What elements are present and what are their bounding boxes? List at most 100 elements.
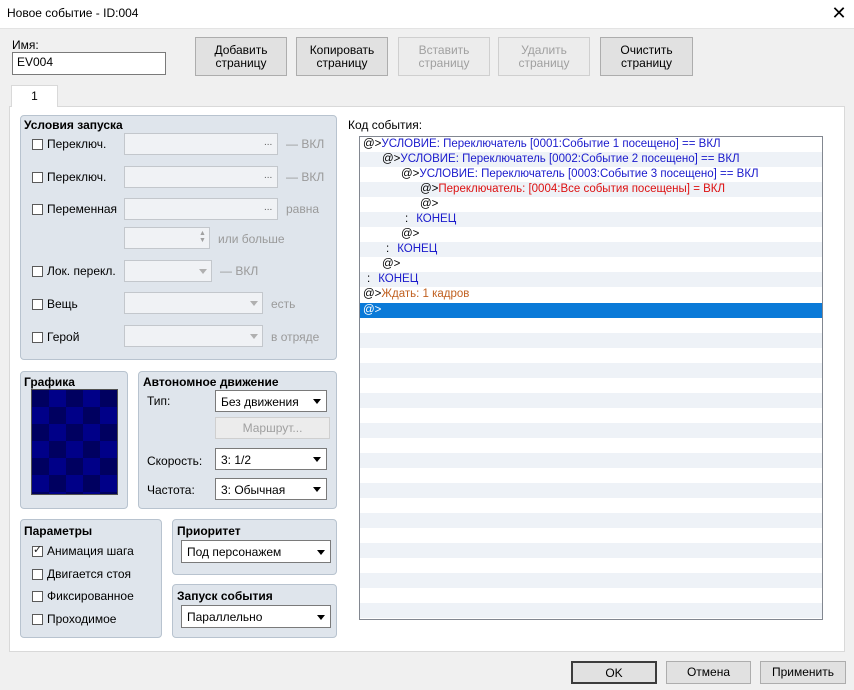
code-line[interactable]: : КОНЕЦ — [360, 212, 822, 227]
empty-row — [360, 588, 822, 603]
paste-page-button[interactable]: Вставить страницу — [398, 37, 490, 76]
move-type-select[interactable]: Без движения — [215, 390, 327, 412]
empty-row — [360, 603, 822, 618]
code-line[interactable]: @>Переключатель: [0004:Все события посещ… — [360, 182, 822, 197]
empty-row — [360, 423, 822, 438]
through-checkbox[interactable] — [32, 614, 43, 625]
code-line[interactable]: @>УСЛОВИЕ: Переключатель [0002:Событие 2… — [360, 152, 822, 167]
clear-page-button[interactable]: Очистить страницу — [600, 37, 693, 76]
move-speed-select[interactable]: 3: 1/2 — [215, 448, 327, 470]
empty-row — [360, 438, 822, 453]
stepper-arrows-icon[interactable]: ▲ ▼ — [199, 230, 206, 244]
trigger-select[interactable]: Параллельно — [181, 605, 331, 628]
move-freq-select[interactable]: 3: Обычная — [215, 478, 327, 500]
chevron-down-icon — [250, 334, 258, 339]
item-select[interactable] — [124, 292, 263, 314]
empty-row — [360, 483, 822, 498]
switch2-checkbox[interactable] — [32, 172, 43, 183]
item-suffix: есть — [271, 297, 296, 311]
item-label: Вещь — [47, 297, 78, 311]
conditions-title: Условия запуска — [24, 118, 123, 132]
priority-select[interactable]: Под персонажем — [181, 540, 331, 563]
switch2-dots: ... — [264, 170, 273, 181]
empty-row — [360, 348, 822, 363]
code-line[interactable]: : КОНЕЦ — [360, 242, 822, 257]
empty-row — [360, 558, 822, 573]
chevron-down-icon — [199, 269, 207, 274]
chevron-down-icon — [317, 550, 325, 555]
empty-row — [360, 513, 822, 528]
variable-field[interactable] — [124, 198, 278, 220]
ok-button[interactable]: OK — [571, 661, 657, 684]
switch2-suffix: — ВКЛ — [286, 170, 325, 184]
step-anim-label: Двигается стоя — [47, 567, 131, 581]
direction-fix-label: Фиксированное — [47, 589, 134, 603]
direction-fix-checkbox[interactable] — [32, 591, 43, 602]
code-line[interactable]: @>Ждать: 1 кадров — [360, 287, 822, 302]
event-code-list[interactable]: @>УСЛОВИЕ: Переключатель [0001:Событие 1… — [359, 136, 823, 620]
close-icon[interactable]: ✕ — [824, 0, 854, 28]
code-line[interactable]: @> — [360, 197, 822, 212]
chevron-down-icon — [313, 487, 321, 492]
switch2-field[interactable] — [124, 166, 278, 188]
empty-row — [360, 378, 822, 393]
window-title: Новое событие - ID:004 — [7, 6, 139, 20]
actor-checkbox[interactable] — [32, 332, 43, 343]
empty-row — [360, 573, 822, 588]
chevron-down-icon — [313, 399, 321, 404]
self-switch-checkbox[interactable] — [32, 266, 43, 277]
move-speed-label: Скорость: — [147, 454, 203, 468]
actor-select[interactable] — [124, 325, 263, 347]
variable-checkbox[interactable] — [32, 204, 43, 215]
variable-dots: ... — [264, 202, 273, 213]
trigger-title: Запуск события — [177, 589, 273, 603]
tab-page-1[interactable]: 1 — [11, 85, 58, 107]
chevron-down-icon — [250, 301, 258, 306]
empty-row — [360, 453, 822, 468]
copy-page-button[interactable]: Копировать страницу — [296, 37, 388, 76]
code-line[interactable]: @> — [360, 227, 822, 242]
cancel-button[interactable]: Отмена — [666, 661, 751, 684]
add-page-button[interactable]: Добавить страницу — [195, 37, 287, 76]
walk-anim-label: Анимация шага — [47, 544, 134, 558]
code-line[interactable]: : КОНЕЦ — [360, 272, 822, 287]
switch1-field[interactable] — [124, 133, 278, 155]
walk-anim-checkbox[interactable] — [32, 544, 43, 557]
empty-row — [360, 468, 822, 483]
empty-row — [360, 318, 822, 333]
empty-row — [360, 543, 822, 558]
event-code-label: Код события: — [348, 118, 423, 132]
code-line-selected[interactable]: @> — [360, 303, 822, 318]
name-label: Имя: — [12, 38, 39, 52]
move-type-label: Тип: — [147, 394, 171, 408]
switch1-suffix: — ВКЛ — [286, 137, 325, 151]
code-line[interactable]: @>УСЛОВИЕ: Переключатель [0003:Событие 3… — [360, 167, 822, 182]
switch1-checkbox[interactable] — [32, 139, 43, 150]
actor-label: Герой — [47, 330, 80, 344]
empty-row — [360, 408, 822, 423]
delete-page-button[interactable]: Удалить страницу — [498, 37, 590, 76]
variable-label: Переменная — [47, 202, 117, 216]
empty-row — [360, 363, 822, 378]
route-button[interactable]: Маршрут... — [215, 417, 330, 439]
empty-row — [360, 333, 822, 348]
move-freq-label: Частота: — [147, 483, 195, 497]
variable-value-stepper[interactable] — [124, 227, 210, 249]
event-graphic[interactable] — [31, 389, 118, 495]
apply-button[interactable]: Применить — [760, 661, 846, 684]
code-line[interactable]: @> — [360, 257, 822, 272]
code-line[interactable]: @>УСЛОВИЕ: Переключатель [0001:Событие 1… — [360, 137, 822, 152]
step-anim-checkbox[interactable] — [32, 569, 43, 580]
self-switch-label: Лок. перекл. — [47, 264, 116, 278]
switch1-label: Переключ. — [47, 137, 107, 151]
empty-row — [360, 498, 822, 513]
actor-suffix: в отряде — [271, 330, 320, 344]
chevron-down-icon — [313, 457, 321, 462]
item-checkbox[interactable] — [32, 299, 43, 310]
graphics-title: Графика — [24, 375, 75, 389]
switch2-label: Переключ. — [47, 170, 107, 184]
through-label: Проходимое — [47, 612, 117, 626]
options-title: Параметры — [24, 524, 93, 538]
name-input[interactable]: EV004 — [12, 52, 166, 75]
switch1-dots: ... — [264, 137, 273, 148]
